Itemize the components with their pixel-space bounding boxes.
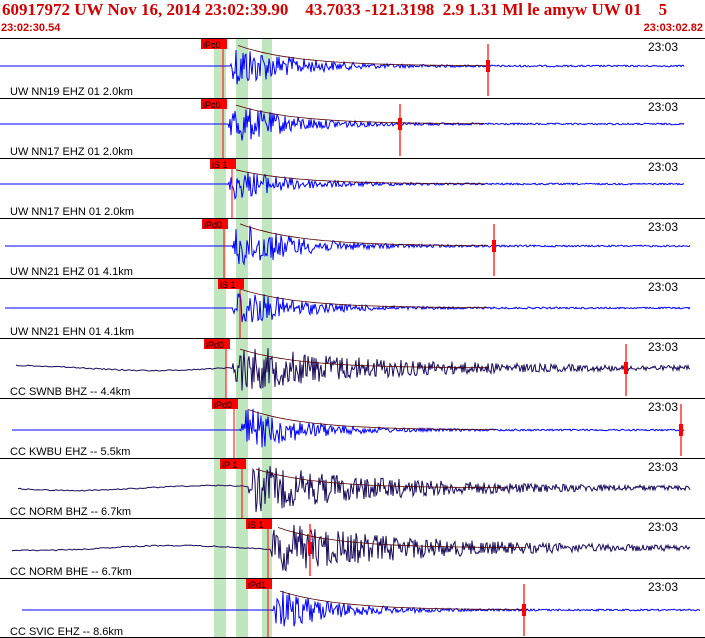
channel-label: CC SWNB BHZ -- 4.4km xyxy=(10,386,130,398)
trace-row[interactable]: iPd0 23:03 UW NN21 EHZ 01 4.1km xyxy=(0,218,705,279)
pick-label[interactable]: iS 1 xyxy=(210,159,236,170)
start-time: 23:02:30.54 xyxy=(1,22,61,34)
pick-label[interactable]: iP 1 xyxy=(220,459,246,470)
channel-label: UW NN21 EHZ 01 4.1km xyxy=(10,266,133,278)
trace-row[interactable]: iPd1 23:03 CC SVIC EHZ -- 8.6km xyxy=(0,578,705,638)
trace-row[interactable]: iS 1 23:03 UW NN21 EHN 01 4.1km xyxy=(0,278,705,339)
trace-row[interactable]: iPc0 23:03 UW NN17 EHZ 01 2.0km xyxy=(0,98,705,159)
row-time-label: 23:03 xyxy=(648,160,678,174)
event-end-handle[interactable] xyxy=(486,60,490,72)
waveform xyxy=(22,590,701,627)
waveform xyxy=(15,348,691,391)
trace-row[interactable]: iPd0 23:03 CC SWNB BHZ -- 4.4km xyxy=(0,338,705,399)
trace-row[interactable]: iPd0 23:03 CC KWBU EHZ -- 5.5km xyxy=(0,398,705,459)
event-end-handle[interactable] xyxy=(492,240,496,252)
row-time-label: 23:03 xyxy=(648,220,678,234)
pick-label-text: iP 1 xyxy=(222,460,237,470)
waveform xyxy=(0,171,685,201)
row-time-label: 23:03 xyxy=(648,340,678,354)
coda-decay-curve xyxy=(235,169,484,185)
trace-panel[interactable]: iPc0 23:03 UW NN19 EHZ 01 2.0km iPc0 23:03 UW… xyxy=(0,38,705,638)
row-time-label: 23:03 xyxy=(648,580,678,594)
coda-decay-curve xyxy=(247,409,497,431)
row-time-label: 23:03 xyxy=(648,520,678,534)
channel-label: CC SVIC EHZ -- 8.6km xyxy=(10,626,123,638)
trace-row[interactable]: iS 1 23:03 CC NORM BHE -- 6.7km xyxy=(0,518,705,579)
event-end-handle[interactable] xyxy=(308,542,312,554)
pick-label-text: iS 1 xyxy=(212,160,228,170)
pick-label-text: iPd1 xyxy=(248,580,266,590)
row-time-label: 23:03 xyxy=(648,100,678,114)
row-time-label: 23:03 xyxy=(648,40,678,54)
coda-decay-curve xyxy=(237,45,487,67)
pick-label[interactable]: iPd0 xyxy=(202,219,228,230)
header-bar: 60917972 UW Nov 16, 2014 23:02:39.90 43.… xyxy=(0,0,705,38)
event-end-handle[interactable] xyxy=(624,362,628,374)
event-end-handle[interactable] xyxy=(398,118,402,130)
row-time-label: 23:03 xyxy=(648,400,678,414)
event-end-handle[interactable] xyxy=(522,604,526,616)
waveform xyxy=(12,408,685,448)
pick-label[interactable]: iS 1 xyxy=(246,519,272,530)
channel-label: UW NN17 EHN 01 2.0km xyxy=(10,206,134,218)
pick-label[interactable]: iPc0 xyxy=(201,39,227,50)
pick-label[interactable]: iPd0 xyxy=(204,339,230,350)
pick-label[interactable]: iPd1 xyxy=(246,579,272,590)
waveform xyxy=(5,292,691,323)
waveform xyxy=(5,225,691,266)
pick-label[interactable]: iS 1 xyxy=(218,279,244,290)
pick-label[interactable]: iPc0 xyxy=(201,99,227,110)
coda-decay-curve xyxy=(239,223,488,247)
event-title: 60917972 UW Nov 16, 2014 23:02:39.90 43.… xyxy=(2,0,668,19)
channel-label: UW NN19 EHZ 01 2.0km xyxy=(10,86,133,98)
channel-label: UW NN21 EHN 01 4.1km xyxy=(10,326,134,338)
pick-label-text: iPc0 xyxy=(203,100,221,110)
channel-label: UW NN17 EHZ 01 2.0km xyxy=(10,146,133,158)
waveform xyxy=(0,108,685,141)
channel-label: CC NORM BHZ -- 6.7km xyxy=(10,506,131,518)
channel-label: CC KWBU EHZ -- 5.5km xyxy=(10,446,130,458)
trace-row[interactable]: iS 1 23:03 UW NN17 EHN 01 2.0km xyxy=(0,158,705,219)
row-time-label: 23:03 xyxy=(648,280,678,294)
pick-label-text: iS 1 xyxy=(248,520,264,530)
pick-label-text: iPc0 xyxy=(203,40,221,50)
waveform xyxy=(11,524,691,572)
pick-label-text: iPd0 xyxy=(204,220,222,230)
pick-label-text: iPd0 xyxy=(214,400,232,410)
trace-row[interactable]: iP 1 23:03 CC NORM BHZ -- 6.7km xyxy=(0,458,705,519)
pick-label-text: iPd0 xyxy=(206,340,224,350)
pick-label-text: iS 1 xyxy=(220,280,236,290)
trace-row[interactable]: iPc0 23:03 UW NN19 EHZ 01 2.0km xyxy=(0,38,705,99)
end-time: 23:03:02.82 xyxy=(643,22,703,34)
row-time-label: 23:03 xyxy=(648,460,678,474)
channel-label: CC NORM BHE -- 6.7km xyxy=(10,566,132,578)
waveform xyxy=(0,50,685,85)
event-end-handle[interactable] xyxy=(679,424,683,436)
pick-label[interactable]: iPd0 xyxy=(212,399,238,410)
coda-decay-curve xyxy=(239,348,488,369)
